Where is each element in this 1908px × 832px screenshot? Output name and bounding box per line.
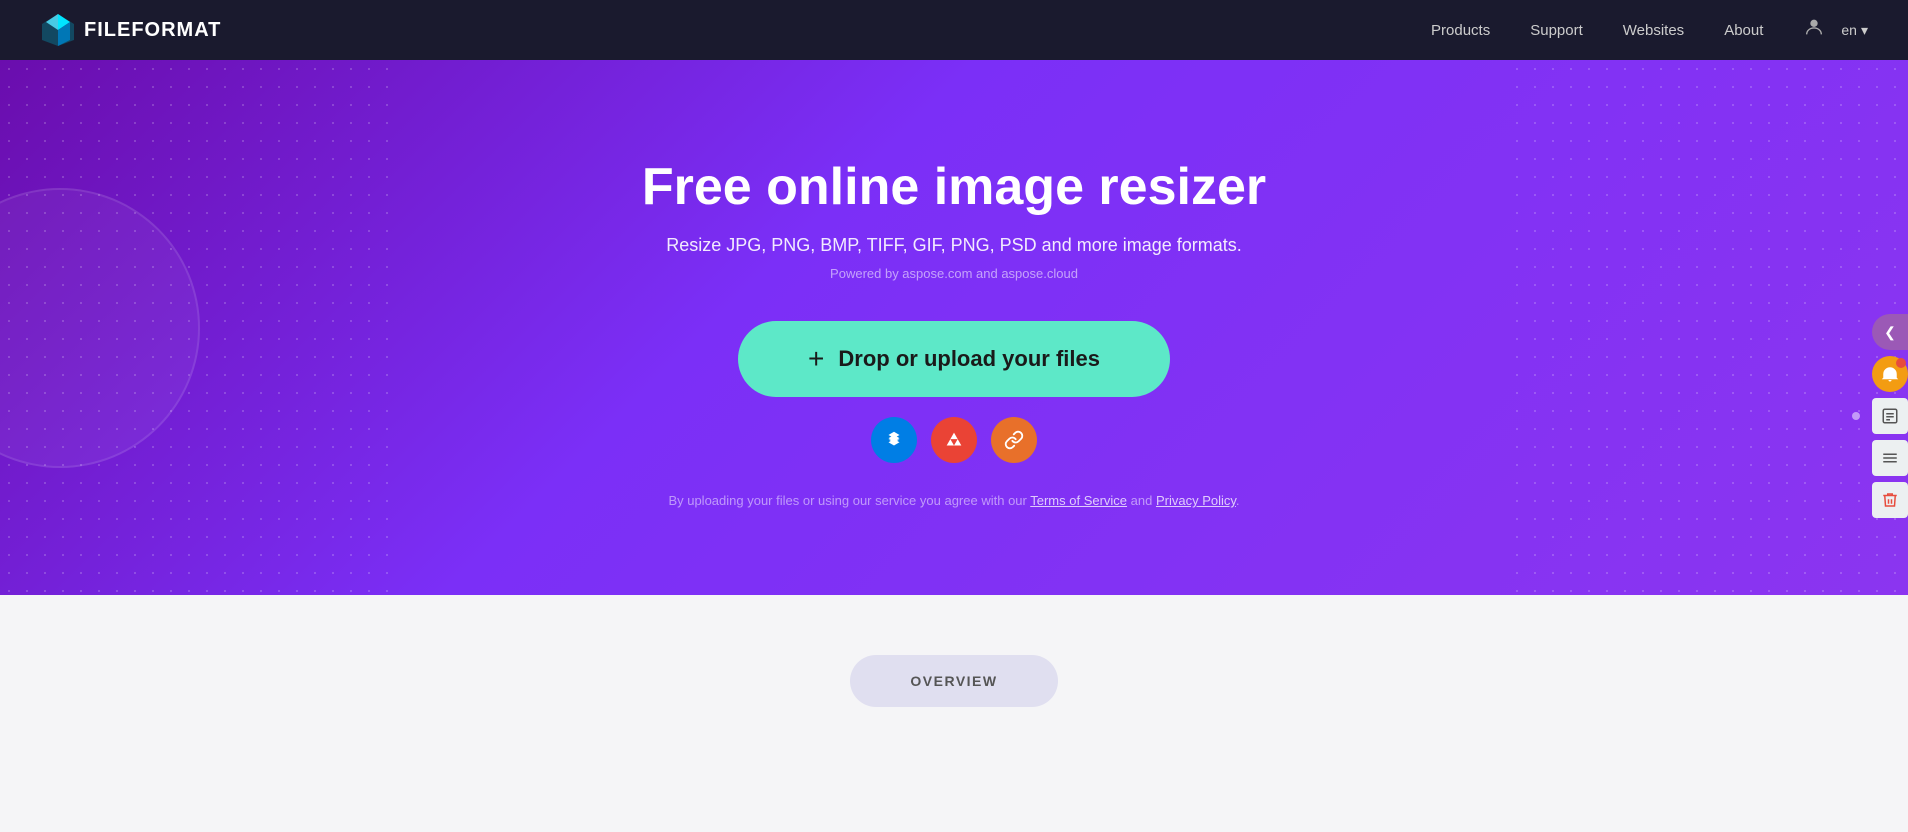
dropbox-button[interactable] xyxy=(871,417,917,463)
hero-decoration-circle xyxy=(0,188,200,468)
google-drive-button[interactable] xyxy=(931,417,977,463)
overview-button[interactable]: OVERVIEW xyxy=(850,655,1057,707)
logo-icon xyxy=(40,12,76,48)
nav-about[interactable]: About xyxy=(1724,22,1763,39)
nav-right: en ▾ xyxy=(1803,16,1868,44)
hero-dots-right xyxy=(1508,60,1908,595)
nav-products[interactable]: Products xyxy=(1431,22,1490,39)
lang-chevron-icon: ▾ xyxy=(1861,22,1868,39)
upload-plus-icon: + xyxy=(808,343,824,375)
hero-title: Free online image resizer xyxy=(642,157,1266,217)
user-icon[interactable] xyxy=(1803,16,1825,44)
link-icon xyxy=(1004,430,1024,450)
checklist-icon xyxy=(1881,407,1899,425)
cloud-source-icons xyxy=(871,417,1037,463)
sidebar-notification-button[interactable] xyxy=(1872,356,1908,392)
sidebar-checklist-button[interactable] xyxy=(1872,398,1908,434)
nav-links: Products Support Websites About xyxy=(1431,22,1763,39)
chevron-left-icon: ❮ xyxy=(1884,324,1896,341)
hero-terms: By uploading your files or using our ser… xyxy=(668,493,1239,508)
sidebar-toggle-button[interactable]: ❮ xyxy=(1872,314,1908,350)
dropbox-icon xyxy=(883,429,905,451)
drive-icon xyxy=(943,429,965,451)
navbar: FILEFORMAT Products Support Websites Abo… xyxy=(0,0,1908,60)
hero-powered: Powered by aspose.com and aspose.cloud xyxy=(830,266,1078,281)
sidebar-trash-button[interactable] xyxy=(1872,482,1908,518)
upload-button[interactable]: + Drop or upload your files xyxy=(738,321,1170,397)
content-area: OVERVIEW xyxy=(0,595,1908,815)
notification-icon xyxy=(1881,365,1899,383)
trash-icon xyxy=(1881,491,1899,509)
hero-subtitle: Resize JPG, PNG, BMP, TIFF, GIF, PNG, PS… xyxy=(666,235,1242,256)
logo-text: FILEFORMAT xyxy=(84,19,221,42)
terms-link1[interactable]: Terms of Service xyxy=(1030,493,1127,508)
terms-link2[interactable]: Privacy Policy xyxy=(1156,493,1236,508)
logo-link[interactable]: FILEFORMAT xyxy=(40,12,221,48)
upload-button-label: Drop or upload your files xyxy=(838,346,1100,372)
sidebar-dot-indicator xyxy=(1852,412,1860,420)
right-sidebar: ❮ xyxy=(1872,314,1908,518)
hero-section: Free online image resizer Resize JPG, PN… xyxy=(0,60,1908,595)
url-button[interactable] xyxy=(991,417,1037,463)
nav-websites[interactable]: Websites xyxy=(1623,22,1684,39)
sidebar-menu-button[interactable] xyxy=(1872,440,1908,476)
nav-support[interactable]: Support xyxy=(1530,22,1583,39)
menu-icon xyxy=(1881,449,1899,467)
lang-selector[interactable]: en ▾ xyxy=(1841,22,1868,39)
lang-label: en xyxy=(1841,22,1857,38)
